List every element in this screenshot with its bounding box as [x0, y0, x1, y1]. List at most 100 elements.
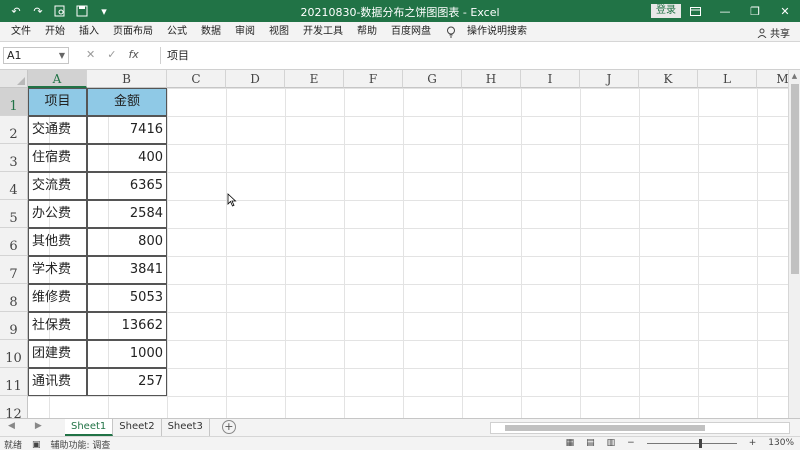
item-cell[interactable]: 团建费 [28, 340, 87, 368]
close-button[interactable]: ✕ [770, 0, 800, 22]
horizontal-scroll-thumb[interactable] [505, 425, 705, 431]
amount-cell[interactable]: 400 [87, 144, 167, 172]
sheet-tab-sheet3[interactable]: Sheet3 [162, 419, 210, 436]
column-header-j[interactable]: J [580, 70, 639, 88]
previous-sheet-icon[interactable]: ◀ [8, 421, 15, 431]
column-header-k[interactable]: K [639, 70, 698, 88]
next-sheet-icon[interactable]: ▶ [35, 421, 42, 431]
column-headers: A B C D E F G H I J K L M [28, 70, 788, 88]
item-cell[interactable]: 其他费 [28, 228, 87, 256]
item-cell[interactable]: 社保费 [28, 312, 87, 340]
ribbon-display-icon[interactable] [680, 0, 710, 22]
zoom-in-button[interactable]: + [749, 438, 757, 448]
amount-cell[interactable]: 1000 [87, 340, 167, 368]
share-button[interactable]: 共享 [757, 25, 790, 40]
normal-view-icon[interactable]: ▦ [566, 438, 575, 448]
amount-cell[interactable]: 2584 [87, 200, 167, 228]
column-header-b[interactable]: B [87, 70, 167, 88]
add-sheet-button[interactable]: + [221, 420, 236, 434]
name-box[interactable]: A1 ▼ [3, 47, 69, 64]
amount-cell[interactable]: 3841 [87, 256, 167, 284]
tab-data[interactable]: 数据 [194, 25, 228, 39]
mouse-pointer-icon [227, 193, 237, 207]
vertical-scrollbar[interactable]: ▲ [788, 70, 800, 418]
worksheet-grid[interactable]: A B C D E F G H I J K L M 1 2 3 4 5 6 7 … [0, 70, 788, 418]
tab-formulas[interactable]: 公式 [160, 25, 194, 39]
column-header-l[interactable]: L [698, 70, 757, 88]
row-header[interactable]: 10 [0, 340, 28, 368]
row-header[interactable]: 6 [0, 228, 28, 256]
item-cell[interactable]: 交流费 [28, 172, 87, 200]
header-cell-item[interactable]: 项目 [28, 88, 87, 116]
item-cell[interactable]: 通讯费 [28, 368, 87, 396]
minimize-button[interactable]: — [710, 0, 740, 22]
enter-icon[interactable]: ✓ [107, 48, 116, 61]
row-header[interactable]: 11 [0, 368, 28, 396]
header-cell-amount[interactable]: 金额 [87, 88, 167, 116]
tab-home[interactable]: 开始 [38, 25, 72, 39]
cancel-icon[interactable]: ✕ [86, 48, 95, 61]
page-layout-view-icon[interactable]: ▤ [586, 438, 595, 448]
tab-insert[interactable]: 插入 [72, 25, 106, 39]
column-header-h[interactable]: H [462, 70, 521, 88]
item-cell[interactable]: 办公费 [28, 200, 87, 228]
amount-cell[interactable]: 5053 [87, 284, 167, 312]
sheet-tab-sheet2[interactable]: Sheet2 [113, 419, 162, 436]
tell-me-search[interactable]: 操作说明搜索 [446, 25, 534, 39]
column-header-i[interactable]: I [521, 70, 580, 88]
select-all-corner[interactable] [0, 70, 28, 88]
chevron-down-icon[interactable]: ▼ [59, 48, 65, 63]
row-header[interactable]: 5 [0, 200, 28, 228]
tab-view[interactable]: 视图 [262, 25, 296, 39]
restore-button[interactable]: ❐ [740, 0, 770, 22]
zoom-level[interactable]: 130% [768, 438, 794, 448]
zoom-slider-knob[interactable] [698, 438, 702, 448]
table-row: 学术费 3841 [28, 256, 167, 284]
row-header[interactable]: 2 [0, 116, 28, 144]
amount-cell[interactable]: 6365 [87, 172, 167, 200]
formula-input[interactable]: 项目 [160, 47, 796, 64]
login-button[interactable]: 登录 [651, 4, 681, 18]
sheet-tab-sheet1[interactable]: Sheet1 [65, 419, 114, 436]
row-header[interactable]: 9 [0, 312, 28, 340]
tab-file[interactable]: 文件 [4, 25, 38, 39]
vertical-scroll-thumb[interactable] [791, 84, 799, 274]
horizontal-scrollbar[interactable] [490, 422, 790, 434]
item-cell[interactable]: 住宿费 [28, 144, 87, 172]
item-cell[interactable]: 学术费 [28, 256, 87, 284]
column-header-a[interactable]: A [28, 70, 87, 88]
item-cell[interactable]: 维修费 [28, 284, 87, 312]
macro-record-icon[interactable]: ▣ [32, 440, 41, 450]
table-row: 交通费 7416 [28, 116, 167, 144]
column-header-d[interactable]: D [226, 70, 285, 88]
row-header[interactable]: 7 [0, 256, 28, 284]
table-row: 交流费 6365 [28, 172, 167, 200]
tab-page-layout[interactable]: 页面布局 [106, 25, 160, 39]
row-header[interactable]: 12 [0, 396, 28, 418]
tab-review[interactable]: 审阅 [228, 25, 262, 39]
sheet-tabs: Sheet1 Sheet2 Sheet3 + [65, 419, 236, 436]
item-cell[interactable]: 交通费 [28, 116, 87, 144]
column-header-c[interactable]: C [167, 70, 226, 88]
row-header[interactable]: 8 [0, 284, 28, 312]
column-header-f[interactable]: F [344, 70, 403, 88]
zoom-slider[interactable] [646, 438, 737, 448]
zoom-out-button[interactable]: − [627, 438, 635, 448]
amount-cell[interactable]: 7416 [87, 116, 167, 144]
row-header[interactable]: 3 [0, 144, 28, 172]
column-header-g[interactable]: G [403, 70, 462, 88]
row-header[interactable]: 1 [0, 88, 28, 116]
insert-function-icon[interactable]: fx [128, 48, 138, 61]
row-header[interactable]: 4 [0, 172, 28, 200]
amount-cell[interactable]: 800 [87, 228, 167, 256]
tab-baidu-netdisk[interactable]: 百度网盘 [384, 25, 438, 39]
page-break-view-icon[interactable]: ▥ [607, 438, 616, 448]
column-header-m[interactable]: M [757, 70, 788, 88]
amount-cell[interactable]: 13662 [87, 312, 167, 340]
tab-developer[interactable]: 开发工具 [296, 25, 350, 39]
amount-cell[interactable]: 257 [87, 368, 167, 396]
tab-help[interactable]: 帮助 [350, 25, 384, 39]
accessibility-status[interactable]: 辅助功能: 调查 [51, 438, 111, 450]
scroll-up-icon[interactable]: ▲ [789, 70, 800, 82]
column-header-e[interactable]: E [285, 70, 344, 88]
